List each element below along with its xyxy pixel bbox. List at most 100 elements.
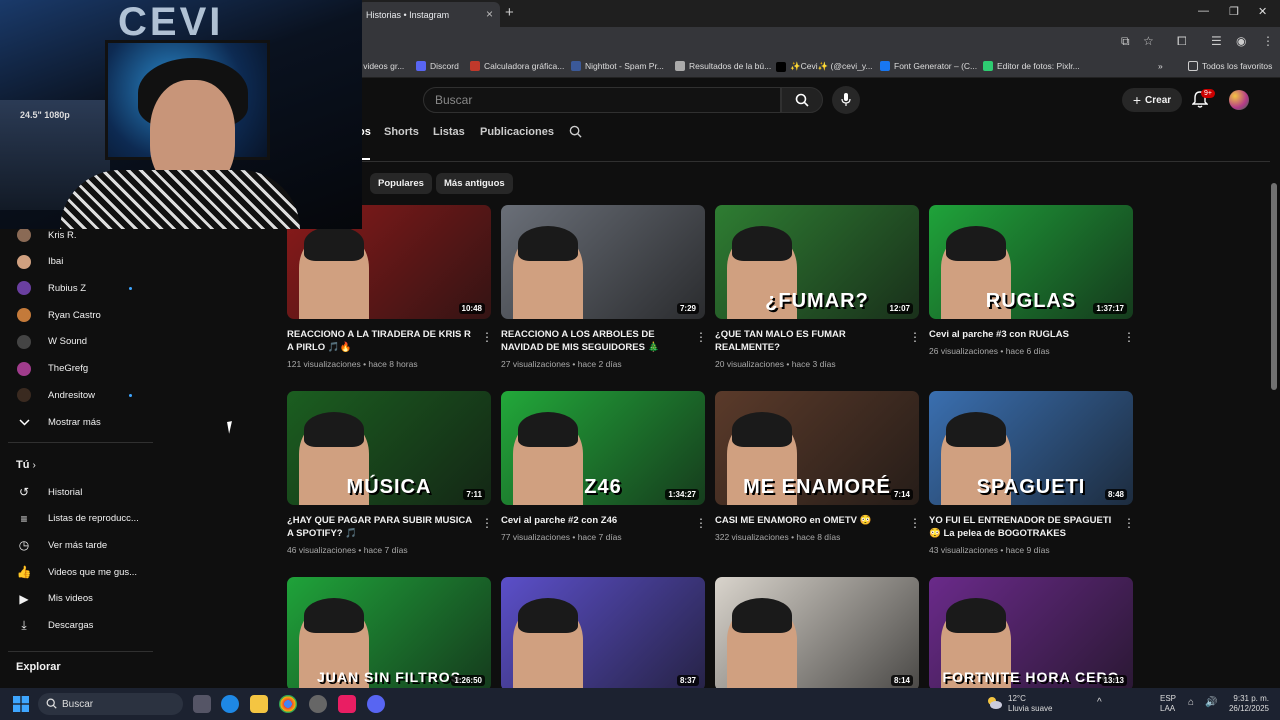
video-thumbnail[interactable]: 7:29 [501, 205, 705, 319]
sidebar-subscription-item[interactable]: W Sound [0, 329, 153, 355]
bookmark-item[interactable]: Editor de fotos: Pixlr... [983, 61, 1080, 71]
bookmark-item[interactable]: r videos gr... [358, 61, 404, 71]
video-title[interactable]: Cevi al parche #3 con RUGLAS [929, 328, 1119, 341]
chrome-icon[interactable] [279, 695, 297, 713]
bookmark-item[interactable]: Resultados de la bú... [675, 61, 771, 71]
video-thumbnail[interactable]: ME ENAMORÉ 7:14 [715, 391, 919, 505]
capcut-icon[interactable] [338, 695, 356, 713]
obs-icon[interactable] [309, 695, 327, 713]
video-card[interactable]: ME ENAMORÉ 7:14 CASI ME ENAMORO en OMETV 😳… [715, 391, 921, 542]
tab-posts[interactable]: Publicaciones [480, 126, 554, 138]
video-menu-kebab-icon[interactable]: ⋮ [909, 516, 921, 530]
network-icon[interactable]: ⌂ [1188, 698, 1194, 708]
file-explorer-icon[interactable] [250, 695, 268, 713]
video-card[interactable]: RUGLAS 1:37:17 Cevi al parche #3 con RUGLA… [929, 205, 1135, 356]
video-thumbnail[interactable]: RUGLAS 1:37:17 [929, 205, 1133, 319]
video-card[interactable]: ¿FUMAR? 12:07 ¿QUE TAN MALO ES FUMAR REALM… [715, 205, 921, 369]
bookmark-item[interactable]: ✨Cevi✨ (@cevi_y... [776, 61, 873, 72]
video-menu-kebab-icon[interactable]: ⋮ [1123, 330, 1135, 344]
chip-popular[interactable]: Populares [370, 173, 432, 194]
bookmark-star-icon[interactable]: ☆ [1143, 34, 1154, 48]
tray-overflow-icon[interactable]: ^ [1097, 698, 1102, 708]
video-card[interactable]: MÚSICA 7:11 ¿HAY QUE PAGAR PARA SUBIR MUSI… [287, 391, 493, 555]
video-thumbnail[interactable]: ¿FUMAR? 12:07 [715, 205, 919, 319]
video-menu-kebab-icon[interactable]: ⋮ [909, 330, 921, 344]
video-thumbnail[interactable]: FORTNITE HORA CERO 13:13 [929, 577, 1133, 691]
video-title[interactable]: ¿HAY QUE PAGAR PARA SUBIR MUSICA A SPOTI… [287, 514, 477, 540]
sidebar-item-my-videos[interactable]: ▶ Mis videos [0, 586, 153, 612]
all-favorites-button[interactable]: Todos los favoritos [1188, 61, 1272, 71]
sidebar-item-watch-later[interactable]: ◷ Ver más tarde [0, 532, 153, 558]
video-card[interactable]: JUAN SIN FILTROS 1:26:50 [287, 577, 491, 691]
sidebar-subscription-item[interactable]: Ryan Castro [0, 302, 153, 328]
sidebar-item-download[interactable]: ⤓ Descargas [0, 613, 153, 639]
video-menu-kebab-icon[interactable]: ⋮ [481, 330, 493, 344]
tab-close-icon[interactable]: × [486, 7, 493, 21]
maximize-icon[interactable]: ❐ [1229, 5, 1239, 18]
video-thumbnail[interactable]: SPAGUETI 8:48 [929, 391, 1133, 505]
video-menu-kebab-icon[interactable]: ⋮ [695, 330, 707, 344]
video-menu-kebab-icon[interactable]: ⋮ [695, 516, 707, 530]
account-avatar[interactable] [1229, 90, 1249, 110]
sidebar-subscription-item[interactable]: Ibai [0, 249, 153, 275]
video-title[interactable]: ¿QUE TAN MALO ES FUMAR REALMENTE? [715, 328, 905, 354]
video-card[interactable]: SPAGUETI 8:48 YO FUI EL ENTRENADOR DE SPAG… [929, 391, 1135, 555]
bookmark-item[interactable]: Font Generator – (C... [880, 61, 977, 71]
edge-icon[interactable] [221, 695, 239, 713]
reading-list-icon[interactable]: ☰ [1211, 34, 1222, 48]
taskbar-search[interactable]: Buscar [38, 693, 183, 715]
voice-search-button[interactable] [832, 86, 860, 114]
menu-kebab-icon[interactable]: ⋮ [1262, 34, 1274, 48]
profile-icon[interactable]: ◉ [1236, 34, 1246, 48]
task-view-icon[interactable] [193, 695, 211, 713]
window-close-icon[interactable]: ✕ [1258, 5, 1267, 18]
tab-lists[interactable]: Listas [433, 126, 465, 138]
scrollbar-thumb[interactable] [1271, 183, 1277, 390]
sidebar-subscription-item[interactable]: Rubius Z [0, 275, 153, 301]
cast-icon[interactable]: ⧉ [1121, 34, 1130, 49]
show-more-button[interactable]: Mostrar más [0, 409, 153, 435]
clock-time[interactable]: 9:31 p. m. [1227, 694, 1269, 704]
bookmark-item[interactable]: Nightbot - Spam Pr... [571, 61, 664, 71]
sidebar-item-history[interactable]: ↺ Historial [0, 479, 153, 505]
create-button[interactable]: + Crear [1122, 88, 1182, 112]
chip-oldest[interactable]: Más antiguos [436, 173, 513, 194]
video-title[interactable]: Cevi al parche #2 con Z46 [501, 514, 691, 527]
video-thumbnail[interactable]: JUAN SIN FILTROS 1:26:50 [287, 577, 491, 691]
sidebar-item-thumbs-up[interactable]: 👍 Videos que me gus... [0, 559, 153, 585]
video-card[interactable]: 7:29 REACCIONO A LOS ARBOLES DE NAVIDAD D… [501, 205, 707, 369]
video-title[interactable]: CASI ME ENAMORO en OMETV 😳 [715, 514, 905, 527]
video-thumbnail[interactable]: MÚSICA 7:11 [287, 391, 491, 505]
extensions-icon[interactable]: ⧠ [1177, 34, 1187, 49]
bookmarks-overflow-icon[interactable]: » [1158, 61, 1163, 71]
bookmark-item[interactable]: Calculadora gráfica... [470, 61, 564, 71]
video-title[interactable]: YO FUI EL ENTRENADOR DE SPAGUETI 😳 La pe… [929, 514, 1119, 540]
minimize-icon[interactable]: — [1198, 5, 1209, 17]
browser-tab[interactable]: Historias • Instagram × [358, 2, 500, 27]
new-tab-icon[interactable]: + [505, 4, 514, 21]
video-card[interactable]: Z46 1:34:27 Cevi al parche #2 con Z46 77 vi… [501, 391, 707, 542]
volume-icon[interactable]: 🔊 [1205, 698, 1217, 708]
sidebar-subscription-item[interactable]: TheGrefg [0, 356, 153, 382]
search-button[interactable] [781, 87, 823, 113]
search-input[interactable]: Buscar [423, 87, 781, 113]
tab-shorts[interactable]: Shorts [384, 126, 419, 138]
discord-icon[interactable] [367, 695, 385, 713]
you-heading[interactable]: Tú › [16, 459, 36, 471]
video-menu-kebab-icon[interactable]: ⋮ [1123, 516, 1135, 530]
video-card[interactable]: 8:14 [715, 577, 919, 691]
video-title[interactable]: REACCIONO A LOS ARBOLES DE NAVIDAD DE MI… [501, 328, 691, 354]
language-code[interactable]: ESP [1160, 694, 1176, 704]
video-thumbnail[interactable]: 8:14 [715, 577, 919, 691]
channel-search-icon[interactable] [569, 125, 582, 138]
video-menu-kebab-icon[interactable]: ⋮ [481, 516, 493, 530]
video-title[interactable]: REACCIONO A LA TIRADERA DE KRIS R A PIRL… [287, 328, 477, 354]
windows-start-icon[interactable] [13, 696, 29, 712]
video-thumbnail[interactable]: Z46 1:34:27 [501, 391, 705, 505]
video-thumbnail[interactable]: 8:37 [501, 577, 705, 691]
video-card[interactable]: 8:37 [501, 577, 705, 691]
video-card[interactable]: 10:48 REACCIONO A LA TIRADERA DE KRIS R A… [287, 205, 493, 369]
video-card[interactable]: FORTNITE HORA CERO 13:13 [929, 577, 1133, 691]
sidebar-item-playlist[interactable]: ≡ Listas de reproducc... [0, 506, 153, 532]
sidebar-subscription-item[interactable]: Andresitow [0, 382, 153, 408]
